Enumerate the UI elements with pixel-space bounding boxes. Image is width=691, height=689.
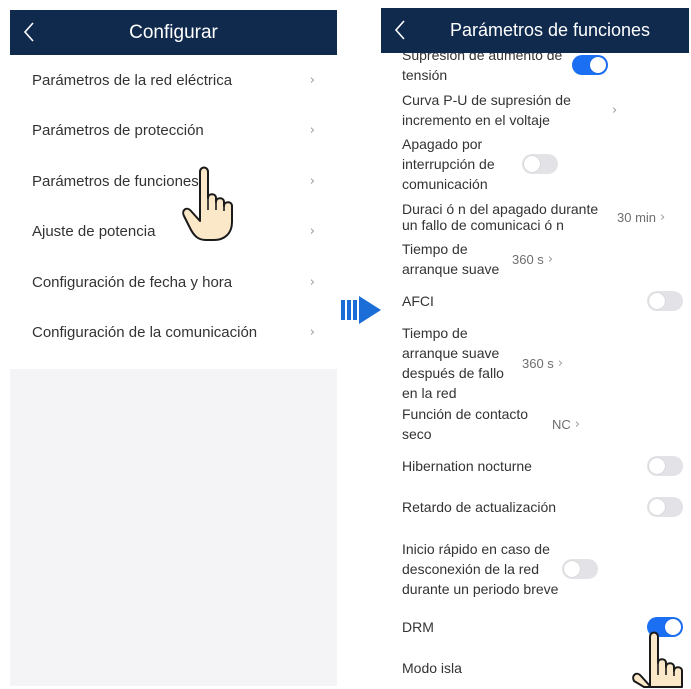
menu-item-label: Ajuste de potencia [32, 223, 156, 241]
setting-row-arranque-suave[interactable]: Tiempo de arranque suave 360 s › [402, 239, 683, 279]
page-title: Configurar [129, 22, 218, 43]
toggle-switch-off[interactable] [562, 559, 598, 579]
toggle-switch-off[interactable] [647, 497, 683, 517]
toggle-switch-off[interactable] [647, 291, 683, 311]
setting-label: DRM [402, 619, 434, 635]
setting-label: Duraci ó n del apagado durante un fallo … [402, 201, 599, 233]
menu-item-fecha-hora[interactable]: Configuración de fecha y hora › [10, 257, 337, 308]
toggle-switch-off[interactable] [647, 456, 683, 476]
pointing-hand-icon [632, 631, 683, 688]
chevron-right-icon: › [309, 325, 315, 341]
setting-label: Apagado por interrupción de comunicación [402, 136, 495, 192]
setting-label: Retardo de actualización [402, 499, 557, 515]
pointing-hand-icon [182, 166, 233, 241]
funciones-header: Parámetros de funciones [381, 8, 689, 53]
setting-row-inicio-rapido[interactable]: Inicio rápido en caso de desconexión de … [402, 529, 683, 609]
setting-value: 30 min [617, 209, 657, 225]
setting-row-duracion-apagado[interactable]: Duraci ó n del apagado durante un fallo … [402, 198, 683, 236]
setting-row-apagado-interrupcion[interactable]: Apagado por interrupción de comunicación [402, 134, 683, 194]
setting-label: AFCI [402, 293, 434, 309]
toggle-switch-off[interactable] [522, 154, 558, 174]
menu-item-label: Configuración de fecha y hora [32, 273, 233, 291]
menu-item-potencia[interactable]: Ajuste de potencia › [10, 207, 337, 258]
setting-row-contacto-seco[interactable]: Función de contacto seco NC › [402, 404, 683, 444]
setting-label: Curva P-U de supresión de incremento en … [402, 92, 571, 128]
chevron-right-icon: › [309, 72, 315, 88]
menu-item-label: Parámetros de protección [32, 122, 204, 140]
menu-item-red-electrica[interactable]: Parámetros de la red eléctrica › [10, 55, 337, 106]
setting-value: 360 s [522, 355, 554, 371]
setting-row-arranque-suave-fallo[interactable]: Tiempo de arranque suave después de fall… [402, 323, 683, 403]
setting-row-curva-pu[interactable]: Curva P-U de supresión de incremento en … [402, 90, 683, 130]
toggle-knob [649, 499, 665, 515]
setting-label: Inicio rápido en caso de desconexión de … [402, 541, 559, 597]
setting-row-hibernation[interactable]: Hibernation nocturne [402, 456, 683, 476]
chevron-right-icon: › [309, 173, 315, 189]
settings-list: Parámetros de la red eléctrica › Parámet… [10, 55, 337, 369]
setting-value: NC [552, 416, 571, 432]
toggle-knob [564, 561, 580, 577]
toggle-knob [649, 458, 665, 474]
menu-item-comunicacion[interactable]: Configuración de la comunicación › [10, 308, 337, 359]
menu-item-label: Configuración de la comunicación [32, 324, 258, 342]
toggle-knob [649, 293, 665, 309]
double-arrow-right-icon [341, 296, 381, 324]
setting-label: Función de contacto seco [402, 406, 529, 442]
setting-row-afci[interactable]: AFCI [402, 291, 683, 311]
chevron-right-icon: › [574, 416, 580, 432]
chevron-right-icon: › [309, 224, 315, 240]
parametros-funciones-screen: Supresión de aumento de tensión Curva P-… [381, 8, 689, 687]
menu-item-label: Parámetros de funciones [32, 172, 199, 190]
setting-value: 360 s [512, 251, 544, 267]
chevron-right-icon: › [557, 355, 564, 371]
page-title: Parámetros de funciones [449, 20, 651, 40]
setting-label: Tiempo de arranque suave después de fall… [402, 325, 504, 401]
setting-label: Hibernation nocturne [402, 458, 532, 474]
toggle-switch-on[interactable] [572, 55, 608, 75]
menu-item-funciones[interactable]: Parámetros de funciones › [10, 156, 337, 207]
toggle-knob [524, 156, 540, 172]
menu-item-proteccion[interactable]: Parámetros de protección › [10, 106, 337, 157]
configurar-header: Configurar [10, 10, 337, 55]
chevron-right-icon: › [612, 102, 618, 118]
chevron-right-icon: › [309, 123, 315, 139]
toggle-knob [590, 57, 606, 73]
setting-label: Tiempo de arranque suave [402, 241, 500, 277]
menu-item-label: Parámetros de la red eléctrica [32, 71, 233, 89]
chevron-right-icon: › [660, 209, 666, 225]
chevron-right-icon: › [309, 274, 315, 290]
chevron-right-icon: › [547, 251, 554, 267]
setting-row-retardo-actualizacion[interactable]: Retardo de actualización [402, 497, 683, 517]
configurar-screen: Configurar Parámetros de la red eléctric… [10, 10, 337, 686]
